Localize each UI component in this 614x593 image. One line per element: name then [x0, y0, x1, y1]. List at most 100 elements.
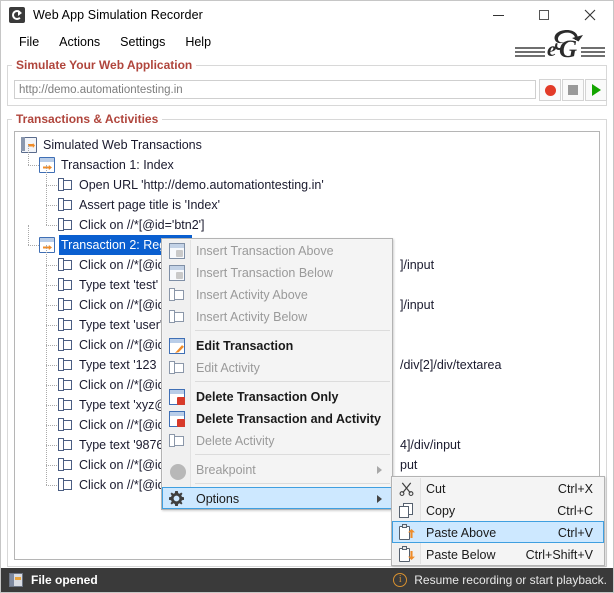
menu-item-delete-transaction-and-activity[interactable]: Delete Transaction and Activity	[162, 407, 392, 429]
tree-activity-node[interactable]: Assert page title is 'Index'	[15, 185, 599, 215]
insert-activity-below-icon	[169, 309, 185, 325]
tree-root-node[interactable]: Simulated Web Transactions	[15, 135, 599, 155]
menu-item-label: Delete Activity	[196, 434, 275, 448]
play-button[interactable]	[585, 79, 607, 101]
root-folder-icon	[21, 137, 37, 153]
menu-item-options[interactable]: Options	[162, 487, 392, 509]
simulate-group-legend: Simulate Your Web Application	[12, 58, 197, 72]
activity-icon	[57, 277, 73, 293]
submenu-item-accelerator: Ctrl+V	[557, 526, 593, 540]
context-menu-items: Insert Transaction Above Insert Transacti…	[162, 239, 392, 509]
menu-item-insert-activity-above: Insert Activity Above	[162, 283, 392, 305]
menu-item-edit-transaction[interactable]: Edit Transaction	[162, 334, 392, 356]
tree-connector	[46, 285, 57, 286]
activity-icon	[57, 197, 73, 213]
tree-connector	[46, 325, 57, 326]
submenu-item-accelerator: Ctrl+C	[557, 504, 593, 518]
stop-button[interactable]	[562, 79, 584, 101]
menu-settings[interactable]: Settings	[110, 32, 175, 52]
tree-connector	[46, 365, 47, 385]
maximize-button[interactable]	[521, 1, 567, 29]
tree-connector	[46, 365, 57, 366]
menu-actions[interactable]: Actions	[49, 32, 110, 52]
chevron-right-icon	[377, 495, 382, 503]
eg-logo: e G	[509, 28, 607, 63]
activity-icon	[57, 337, 73, 353]
insert-transaction-above-icon	[169, 243, 185, 259]
svg-text:G: G	[559, 36, 577, 60]
tree-node-label: Click on //*[@id='btn2']	[79, 218, 205, 232]
app-icon	[9, 7, 25, 23]
window-controls	[475, 1, 613, 29]
tree-activity-node[interactable]: Open URL 'http://demo.automationtesting.…	[15, 165, 599, 195]
breakpoint-circle-icon	[170, 463, 186, 480]
tree-connector	[46, 265, 57, 266]
tree-connector	[46, 345, 57, 346]
tree-node-label-tail: 4]/div/input	[400, 438, 461, 452]
tree-node-label: Click on //*[@id	[79, 478, 165, 492]
activity-icon	[57, 477, 73, 493]
tree-connector	[46, 405, 57, 406]
submenu-item-paste-above[interactable]: Paste Above Ctrl+V	[392, 521, 604, 543]
menu-item-insert-transaction-below: Insert Transaction Below	[162, 261, 392, 283]
submenu-item-label: Copy	[426, 504, 456, 518]
activity-icon	[57, 377, 73, 393]
tree-node-label: Type text 'test' i	[79, 278, 165, 292]
tree-connector	[46, 305, 57, 306]
activity-icon	[57, 317, 73, 333]
activity-icon	[57, 437, 73, 453]
submenu-item-copy[interactable]: Copy Ctrl+C	[392, 499, 604, 521]
menu-item-label: Delete Transaction Only	[196, 390, 339, 404]
submenu-item-label: Paste Above	[426, 526, 497, 540]
tree-connector	[46, 325, 47, 345]
record-button[interactable]	[539, 79, 561, 101]
edit-transaction-icon	[169, 338, 185, 354]
menu-separator	[195, 483, 390, 484]
tree-connector	[46, 225, 57, 226]
chevron-right-icon	[377, 466, 382, 474]
tree-transaction-node[interactable]: Transaction 1: Index	[15, 145, 599, 175]
menu-item-label: Edit Activity	[196, 361, 260, 375]
activity-icon	[57, 357, 73, 373]
tree-connector	[46, 185, 47, 205]
submenu-item-label: Paste Below	[426, 548, 496, 562]
submenu-item-cut[interactable]: Cut Ctrl+X	[392, 477, 604, 499]
menu-file[interactable]: File	[9, 32, 49, 52]
menu-item-label: Breakpoint	[196, 463, 256, 477]
play-triangle-icon	[591, 84, 601, 96]
tree-node-label: Type text 'user' i	[79, 318, 169, 332]
options-submenu[interactable]: Cut Ctrl+X Copy Ctrl+C Paste Above Ctrl+V Past…	[391, 476, 605, 566]
minimize-button[interactable]	[475, 1, 521, 29]
menu-item-delete-transaction-only[interactable]: Delete Transaction Only	[162, 385, 392, 407]
tree-node-label: Click on //*[@id	[79, 418, 165, 432]
tree-activity-node[interactable]: Click on //*[@id='btn2']	[15, 205, 599, 235]
tree-node-label-tail: ]/input	[400, 298, 435, 312]
status-hint-area: i Resume recording or start playback.	[393, 573, 607, 587]
url-input[interactable]: http://demo.automationtesting.in	[14, 80, 536, 99]
record-circle-icon	[544, 84, 556, 96]
submenu-item-paste-below[interactable]: Paste Below Ctrl+Shift+V	[392, 543, 604, 565]
delete-transaction-only-icon	[169, 389, 185, 405]
tree-connector	[46, 485, 57, 486]
menu-separator	[195, 381, 390, 382]
transactions-group-legend: Transactions & Activities	[12, 112, 163, 126]
submenu-item-accelerator: Ctrl+Shift+V	[525, 548, 593, 562]
activity-icon	[57, 217, 73, 233]
tree-connector	[28, 245, 39, 246]
scissors-icon	[399, 481, 415, 497]
menu-item-delete-activity: Delete Activity	[162, 429, 392, 451]
activity-icon	[57, 417, 73, 433]
close-button[interactable]	[567, 1, 613, 29]
delete-transaction-activity-icon	[169, 411, 185, 427]
menu-item-label: Insert Transaction Below	[196, 266, 333, 280]
copy-icon	[399, 503, 415, 519]
insert-activity-above-icon	[169, 287, 185, 303]
menu-help[interactable]: Help	[175, 32, 221, 52]
edit-activity-icon	[169, 360, 185, 376]
submenu-item-label: Cut	[426, 482, 446, 496]
context-menu[interactable]: Insert Transaction Above Insert Transacti…	[161, 238, 393, 510]
tree-node-label: Assert page title is 'Index'	[79, 198, 220, 212]
eg-logo-icon: e G	[515, 30, 605, 63]
transaction-icon	[39, 157, 55, 173]
menu-item-label: Delete Transaction and Activity	[196, 412, 382, 426]
